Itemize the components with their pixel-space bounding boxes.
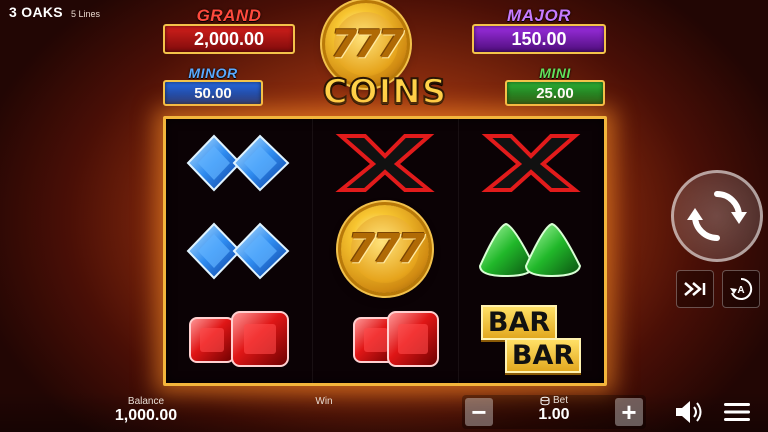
jackpot-minor-value: 50.00 [163,80,263,106]
autoplay-icon: A [730,277,753,300]
bet-panel: − Bet 1.00 + [462,395,646,429]
svg-text:A: A [737,285,744,296]
symbol-blue-diamond-pair [166,119,312,207]
jackpot-grand-label: GRAND [196,6,262,25]
turbo-button[interactable] [676,270,714,308]
spin-icon [687,191,747,241]
bet-increase-button[interactable]: + [615,398,643,426]
balance-value: 1,000.00 [114,407,178,424]
autoplay-button[interactable]: A [722,270,760,308]
menu-icon [724,403,750,421]
symbol-red-x [312,119,458,207]
game-logo-title: COINS [322,72,448,112]
win-label: Win [315,396,333,407]
jackpot-grand: GRAND 2,000.00 [163,7,295,54]
symbol-green-emerald-pair [458,207,604,295]
symbol-coin-777: 777 [312,199,458,299]
menu-button[interactable] [722,400,752,424]
jackpot-mini-label: MINI [539,65,571,81]
bar-label-top: BAR [480,305,558,340]
spin-button[interactable] [671,170,763,262]
symbol-bar-bar: BAR BAR [458,295,604,383]
symbol-blue-diamond-pair [166,207,312,295]
bet-value: 1.00 [538,406,570,423]
bet-display: Bet 1.00 [498,395,610,424]
symbol-red-ruby-pair [166,295,312,383]
bet-label: Bet [552,395,568,406]
sound-icon [676,401,702,423]
balance-display: Balance 1,000.00 [104,396,188,425]
bet-decrease-button[interactable]: − [465,398,493,426]
logo-coin-text: 777 [330,21,404,66]
turbo-icon [684,282,706,296]
balance-label: Balance [127,396,165,407]
coin-stack-icon [540,396,550,405]
win-display: Win [300,396,348,407]
sound-button[interactable] [674,398,708,426]
bar-label-bottom: BAR [504,338,582,373]
jackpot-minor: MINOR 50.00 [163,66,263,106]
jackpot-mini: MINI 25.00 [505,66,605,106]
reel-grid: 777 BAR BAR [163,116,607,386]
jackpot-grand-value: 2,000.00 [163,24,295,54]
jackpot-minor-label: MINOR [188,65,238,81]
jackpot-mini-value: 25.00 [505,80,605,106]
brand-name: 3 OAKS [9,4,63,20]
symbol-red-ruby-pair [312,295,458,383]
lines-count: 5 Lines [70,9,100,19]
symbol-coin-text: 777 [347,226,425,272]
symbol-red-x [458,119,604,207]
jackpot-major-value: 150.00 [472,24,606,54]
game-header: 3 OAKS 5 Lines [9,4,100,20]
jackpot-major-label: MAJOR [507,6,571,25]
jackpot-major: MAJOR 150.00 [472,7,606,54]
